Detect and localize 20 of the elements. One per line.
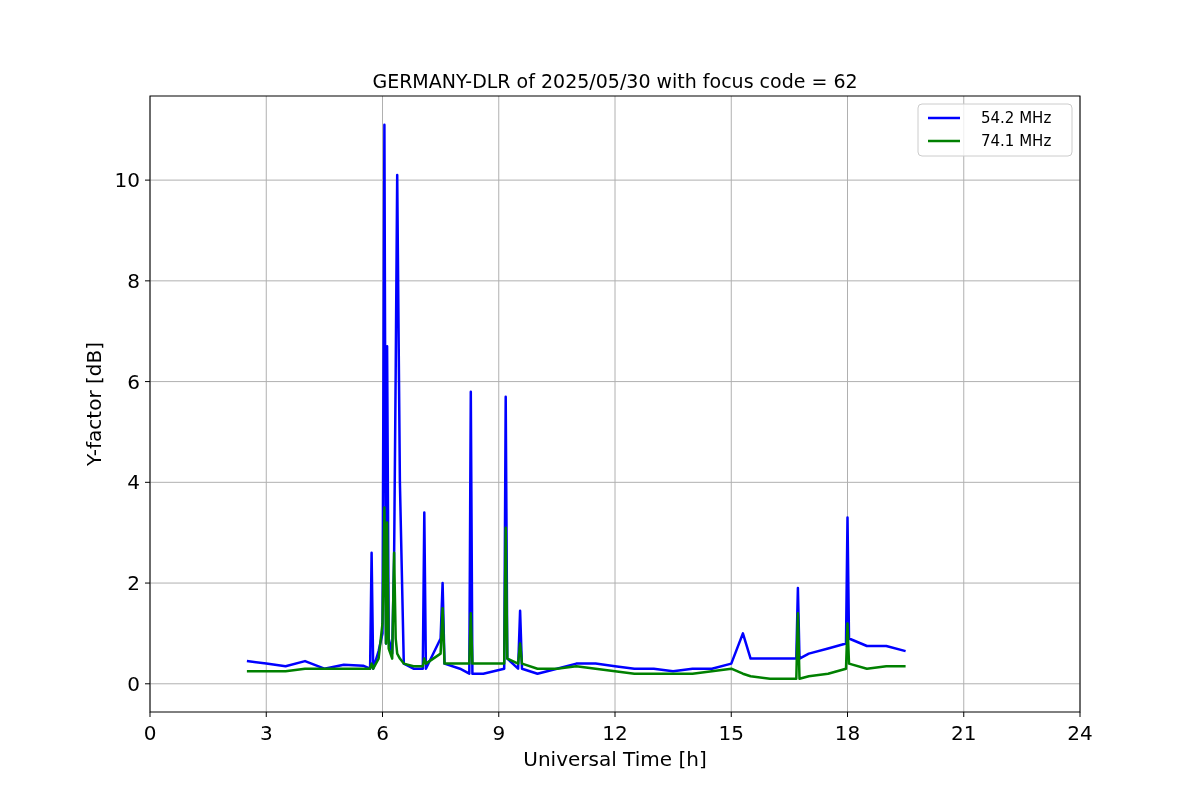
- y-tick-label: 0: [127, 671, 140, 696]
- x-tick-label: 3: [259, 721, 273, 745]
- y-tick-label: 8: [127, 268, 140, 293]
- x-tick-label: 6: [376, 721, 389, 745]
- x-tick-label: 21: [951, 721, 977, 745]
- y-tick-label: 2: [127, 571, 140, 596]
- y-tick-label: 10: [114, 168, 140, 193]
- y-tick-label: 4: [127, 470, 140, 495]
- legend-label: 54.2 MHz: [981, 109, 1052, 127]
- y-axis-label: Y-factor [dB]: [82, 342, 106, 466]
- x-tick-label: 0: [143, 721, 157, 745]
- x-tick-label: 15: [718, 721, 744, 745]
- chart-title: GERMANY-DLR of 2025/05/30 with focus code = 62: [372, 70, 858, 92]
- legend-label: 74.1 MHz: [981, 132, 1052, 150]
- x-tick-label: 18: [834, 721, 861, 745]
- x-tick-label: 24: [1067, 721, 1093, 745]
- x-tick-label: 12: [602, 721, 628, 745]
- y-tick-label: 6: [127, 369, 140, 394]
- x-tick-label: 9: [492, 721, 506, 745]
- x-axis-label: Universal Time [h]: [523, 747, 707, 771]
